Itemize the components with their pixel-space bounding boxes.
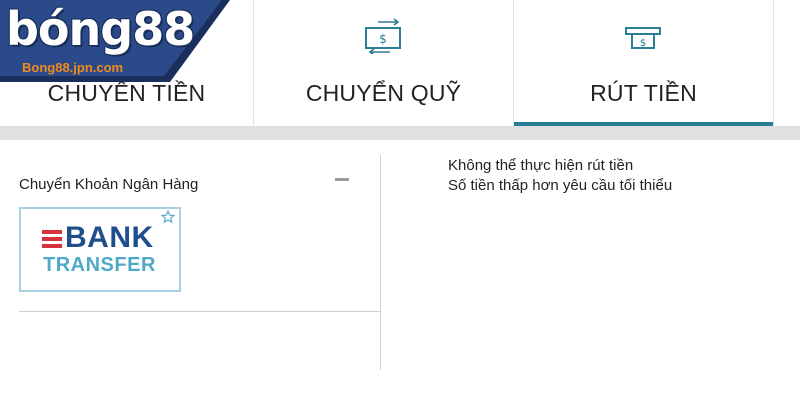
bank-transfer-option[interactable]: BANK TRANSFER bbox=[19, 207, 181, 292]
message-line-2: Số tiền thấp hơn yêu cầu tối thiểu bbox=[448, 177, 673, 194]
bank-logo-stripes bbox=[42, 230, 62, 251]
withdraw-icon: $ bbox=[624, 18, 664, 59]
svg-text:$: $ bbox=[379, 32, 387, 46]
left-divider bbox=[19, 311, 380, 312]
separator-bar bbox=[0, 126, 800, 140]
message-line-1: Không thể thực hiện rút tiền bbox=[448, 157, 634, 174]
logo-domain: Bong88.jpn.com bbox=[22, 60, 124, 75]
transfer-logo-text: TRANSFER bbox=[43, 254, 156, 276]
vertical-divider bbox=[380, 155, 381, 370]
tab-rut-tien[interactable]: $ RÚT TIỀN bbox=[514, 0, 774, 126]
svg-text:$: $ bbox=[639, 38, 645, 49]
bank-logo-text: BANK bbox=[65, 221, 154, 254]
transfer-icon: $ bbox=[364, 18, 404, 59]
favorite-star-icon[interactable] bbox=[160, 209, 176, 229]
tab-label: CHUYỂN TIỀN bbox=[47, 80, 206, 106]
tab-label: CHUYỂN QUỸ bbox=[305, 80, 462, 106]
payment-method-title: Chuyển Khoản Ngân Hàng bbox=[19, 176, 199, 193]
withdraw-status-message: Không thể thực hiện rút tiền Số tiền thấ… bbox=[448, 156, 672, 196]
tab-label: RÚT TIỀN bbox=[590, 80, 697, 106]
tab-chuyen-quy[interactable]: $ CHUYỂN QUỸ bbox=[254, 0, 514, 126]
collapse-minus-icon[interactable] bbox=[335, 178, 349, 181]
logo-text: bóng88 bbox=[6, 2, 195, 56]
